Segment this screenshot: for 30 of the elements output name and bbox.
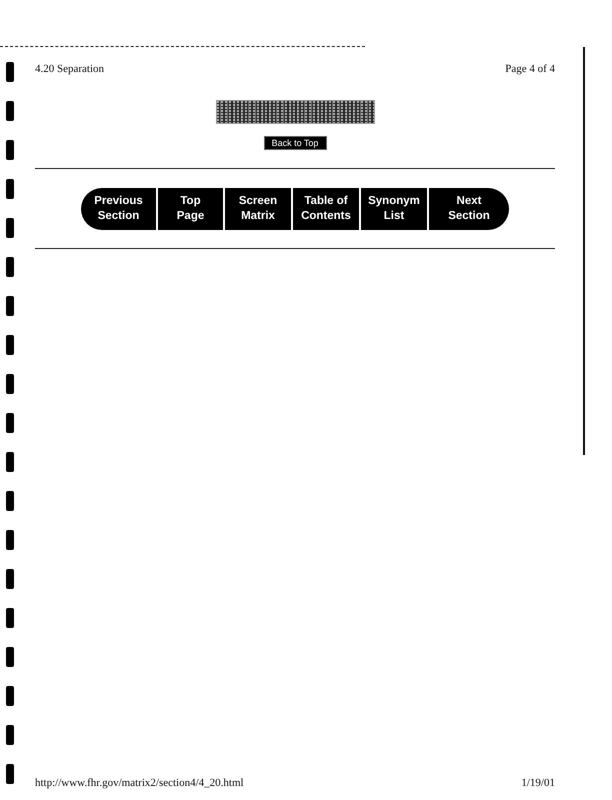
nav-button[interactable]: Previous Section	[81, 188, 156, 230]
nav-button[interactable]: Synonym List	[361, 188, 427, 230]
punch-hole-mark	[6, 335, 14, 355]
punch-hole-mark	[6, 569, 14, 589]
punch-hole-mark	[6, 62, 14, 82]
punch-hole-mark	[6, 140, 14, 160]
print-date: 1/19/01	[521, 776, 555, 790]
punch-hole-mark	[6, 257, 14, 277]
punch-hole-mark	[6, 764, 14, 784]
page-url: http://www.fhr.gov/matrix2/section4/4_20.html	[35, 776, 244, 790]
punch-hole-mark	[6, 218, 14, 238]
nav-button[interactable]: Top Page	[158, 188, 223, 230]
punch-hole-mark	[6, 647, 14, 667]
punch-hole-mark	[6, 413, 14, 433]
punch-hole-mark	[6, 725, 14, 745]
punch-hole-mark	[6, 686, 14, 706]
punch-hole-mark	[6, 491, 14, 511]
punch-hole-mark	[6, 179, 14, 199]
punch-hole-mark	[6, 374, 14, 394]
punch-hole-mark	[6, 101, 14, 121]
punch-hole-mark	[6, 452, 14, 472]
punch-hole-mark	[6, 530, 14, 550]
page-title: 4.20 Separation	[35, 62, 104, 76]
page-number: Page 4 of 4	[505, 62, 555, 76]
nav-button[interactable]: Table of Contents	[293, 188, 359, 230]
nav-button[interactable]: Next Section	[429, 188, 509, 230]
punch-hole-mark	[6, 608, 14, 628]
punch-hole-mark	[6, 296, 14, 316]
back-to-top-button[interactable]: Back to Top	[264, 136, 326, 150]
nav-button[interactable]: Screen Matrix	[225, 188, 291, 230]
